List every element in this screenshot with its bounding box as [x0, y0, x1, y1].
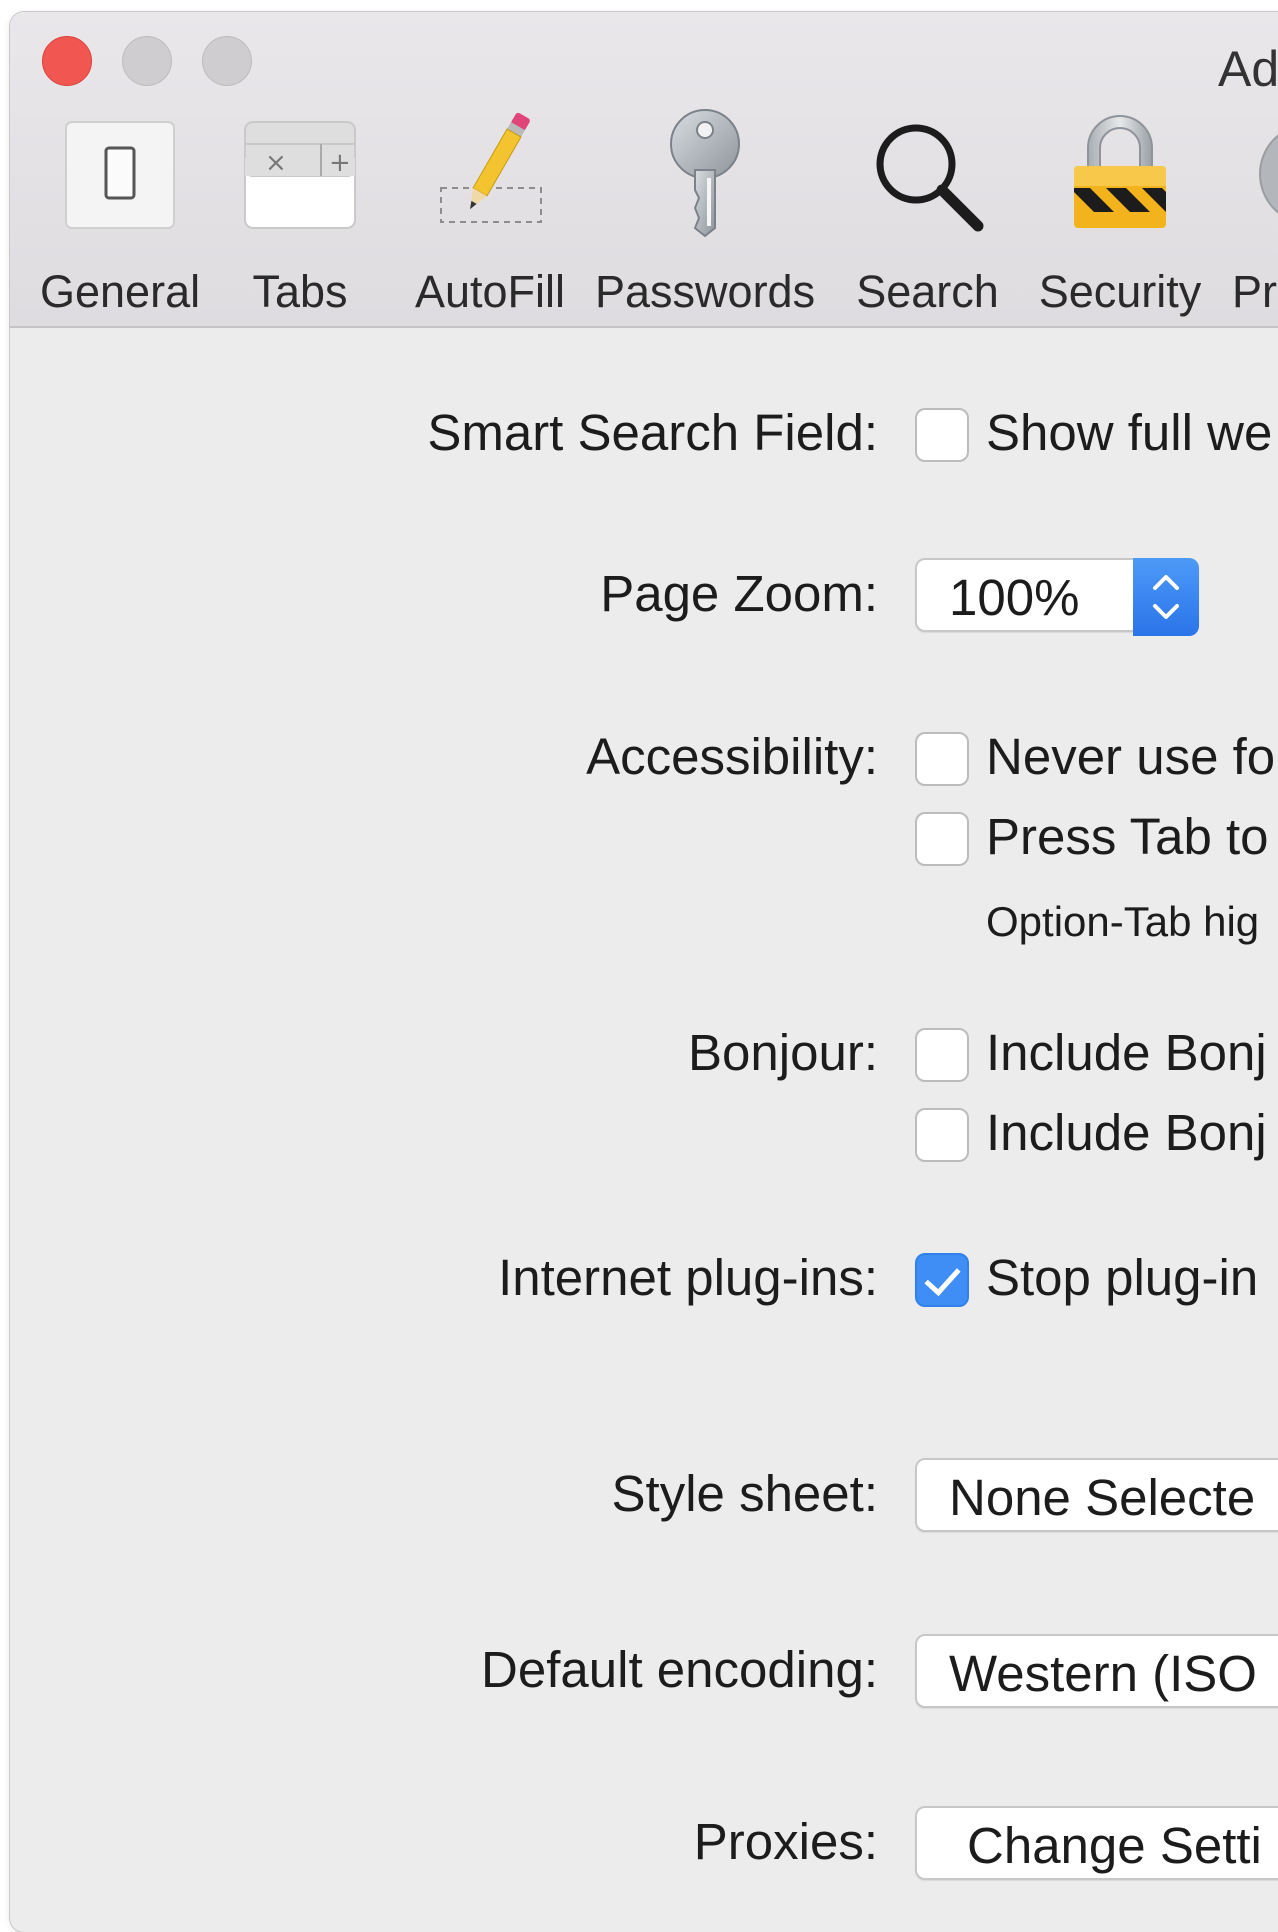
bonjour-label: Bonjour:: [688, 1024, 878, 1081]
style-sheet-value: None Selecte: [949, 1469, 1256, 1526]
default-encoding-value: Western (ISO: [949, 1645, 1257, 1702]
press-tab-text: Press Tab to: [986, 808, 1269, 865]
toolbar-autofill[interactable]: AutoFill: [405, 112, 575, 328]
toolbar-autofill-label: AutoFill: [414, 266, 566, 317]
magnifier-icon: [876, 124, 983, 232]
window-title: Ad: [1218, 41, 1278, 97]
include-bonjour-bookmarks-bar-text: Include Bonj: [986, 1024, 1267, 1081]
lock-icon: [1074, 115, 1166, 228]
show-full-address-text: Show full we: [986, 404, 1273, 461]
advanced-settings-content: Smart Search Field: Show full we Page Zo…: [10, 328, 1278, 1932]
svg-text:+: +: [329, 148, 351, 178]
default-encoding-label: Default encoding:: [481, 1641, 878, 1698]
option-tab-hint: Option-Tab hig: [986, 898, 1260, 945]
toolbar-privacy-label: Pr: [1232, 266, 1277, 317]
minimize-button[interactable]: [122, 36, 172, 86]
style-sheet-popup[interactable]: None Selecte: [915, 1458, 1278, 1532]
style-sheet-label: Style sheet:: [611, 1465, 878, 1522]
page-zoom-value: 100%: [949, 569, 1080, 626]
toolbar-general-label: General: [40, 266, 201, 317]
toolbar-tabs[interactable]: × + Tabs: [230, 118, 370, 328]
stop-plugins-checkbox[interactable]: [915, 1253, 969, 1307]
pencil-icon: [440, 112, 542, 223]
accessibility-label: Accessibility:: [586, 728, 878, 785]
page-zoom-stepper[interactable]: [1133, 558, 1199, 636]
toolbar-general[interactable]: General: [40, 118, 200, 328]
show-full-address-checkbox[interactable]: [915, 408, 969, 462]
change-settings-button[interactable]: Change Setti: [915, 1806, 1278, 1880]
toolbar-privacy[interactable]: Pr: [1232, 118, 1278, 328]
up-down-chevron-icon: [1153, 575, 1179, 619]
svg-text:×: ×: [265, 148, 287, 178]
toolbar-search-label: Search: [856, 266, 999, 317]
default-encoding-popup[interactable]: Western (ISO: [915, 1634, 1278, 1708]
toolbar-search[interactable]: Search: [850, 118, 1005, 328]
toolbar-security-label: Security: [1038, 266, 1202, 317]
key-icon: [670, 109, 740, 238]
toolbar-security[interactable]: Security: [1030, 115, 1210, 328]
privacy-icon: [1259, 134, 1278, 214]
never-use-font-sizes-text: Never use fo: [986, 728, 1276, 785]
page-zoom-popup[interactable]: 100%: [915, 558, 1199, 636]
close-button[interactable]: [42, 36, 92, 86]
zoom-button[interactable]: [202, 36, 252, 86]
include-bonjour-bookmarks-menu-text: Include Bonj: [986, 1104, 1267, 1161]
change-settings-label: Change Setti: [967, 1817, 1262, 1874]
press-tab-checkbox[interactable]: [915, 812, 969, 866]
switch-icon: [65, 121, 175, 229]
include-bonjour-bookmarks-menu-checkbox[interactable]: [915, 1108, 969, 1162]
never-use-font-sizes-checkbox[interactable]: [915, 732, 969, 786]
stop-plugins-text: Stop plug-in: [986, 1249, 1259, 1306]
preferences-window: Ad General × + Tabs AutoFill Passwords S…: [10, 12, 1278, 1932]
internet-plugins-label: Internet plug-ins:: [498, 1249, 878, 1306]
proxies-label: Proxies:: [693, 1813, 878, 1870]
toolbar-passwords-label: Passwords: [595, 266, 816, 317]
smart-search-field-label: Smart Search Field:: [427, 404, 878, 461]
tabs-icon: × +: [244, 121, 356, 229]
preferences-toolbar: Ad General × + Tabs AutoFill Passwords S…: [10, 12, 1278, 328]
include-bonjour-bookmarks-bar-checkbox[interactable]: [915, 1028, 969, 1082]
toolbar-passwords[interactable]: Passwords: [595, 109, 816, 328]
page-zoom-label: Page Zoom:: [600, 565, 878, 622]
toolbar-tabs-label: Tabs: [252, 266, 348, 317]
